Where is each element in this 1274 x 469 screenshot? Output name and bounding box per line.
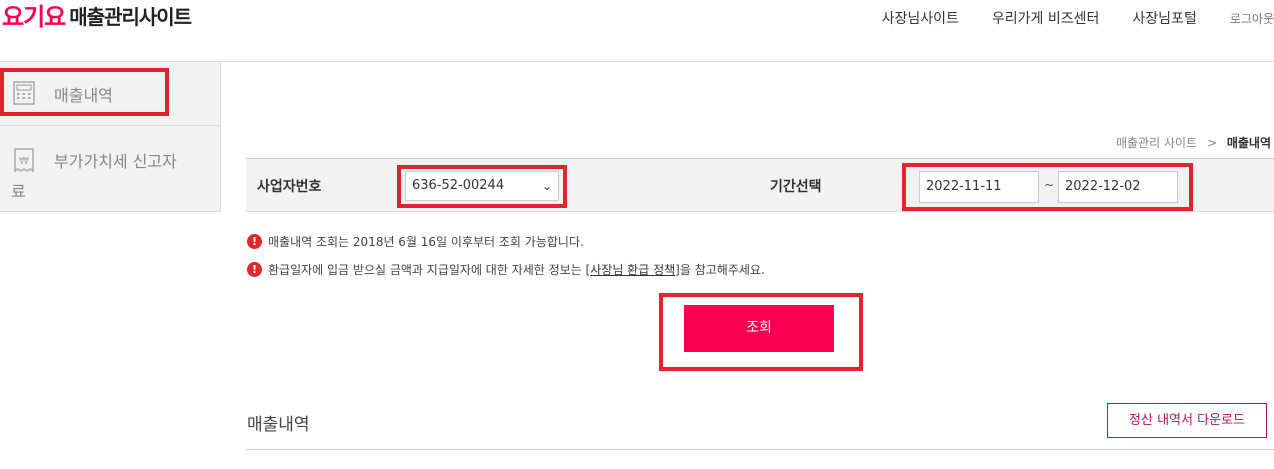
date-range-tilde: ~ — [1044, 178, 1055, 192]
chevron-down-icon: ⌄ — [541, 179, 552, 193]
sidebar-item-label-cont: 료 — [11, 182, 26, 201]
sidebar-item-label: 매출내역 — [54, 86, 113, 105]
notice-refund: ! 환급일자에 입금 받으실 금액과 지급일자에 대한 자세한 정보는 [사장님… — [247, 261, 765, 278]
refund-policy-link[interactable]: 사장님 환급 정책 — [590, 261, 675, 278]
logo-brand: 요기요 — [2, 3, 66, 31]
sidebar-item-label: 부가가치세 신고자 — [54, 152, 177, 171]
start-date-input[interactable]: 2022-11-11 — [919, 171, 1039, 203]
nav-owner-site[interactable]: 사장님사이트 — [882, 8, 959, 28]
top-nav: 사장님사이트 우리가게 비즈센터 사장님포털 로그아웃 — [849, 8, 1274, 28]
calculator-icon — [13, 81, 35, 105]
site-logo[interactable]: 요기요 매출관리사이트 — [2, 2, 192, 32]
exclamation-icon: ! — [247, 234, 262, 249]
nav-owner-portal[interactable]: 사장님포털 — [1132, 8, 1196, 28]
notice-text-pre: 환급일자에 입금 받으실 금액과 지급일자에 대한 자세한 정보는 [ — [268, 263, 591, 277]
breadcrumb-separator: > — [1206, 136, 1217, 150]
exclamation-icon: ! — [247, 262, 262, 277]
breadcrumb-current: 매출내역 — [1226, 136, 1271, 150]
notice-period: ! 매출내역 조회는 2018년 6월 16일 이후부터 조회 가능합니다. — [247, 233, 584, 250]
end-date-value: 2022-12-02 — [1065, 179, 1141, 194]
search-button[interactable]: 조회 — [684, 305, 834, 352]
logo-subtitle: 매출관리사이트 — [69, 5, 192, 29]
download-statement-button[interactable]: 정산 내역서 다운로드 — [1107, 403, 1267, 438]
sidebar: 매출내역 ₩ 부가가치세 신고자 료 — [0, 62, 221, 212]
start-date-value: 2022-11-11 — [926, 179, 1002, 194]
nav-biz-center[interactable]: 우리가게 비즈센터 — [992, 8, 1100, 28]
sidebar-item-vat[interactable]: ₩ 부가가치세 신고자 료 — [0, 126, 220, 212]
period-label: 기간선택 — [770, 179, 822, 195]
biz-number-value: 636-52-00244 — [412, 178, 505, 193]
breadcrumb: 매출관리 사이트 > 매출내역 — [1116, 134, 1271, 151]
search-form: 사업자번호 636-52-00244 ⌄ 기간선택 2022-11-11 ~ 2… — [246, 158, 1274, 212]
sales-section-title: 매출내역 — [247, 415, 310, 435]
end-date-input[interactable]: 2022-12-02 — [1058, 171, 1178, 203]
sidebar-item-sales[interactable]: 매출내역 — [0, 62, 220, 126]
notice-text: 매출내역 조회는 2018년 6월 16일 이후부터 조회 가능합니다. — [268, 235, 584, 249]
biz-number-label: 사업자번호 — [257, 179, 322, 195]
section-divider — [246, 449, 1274, 450]
svg-text:₩: ₩ — [19, 156, 29, 167]
notice-text-post: ]을 참고해주세요. — [675, 263, 765, 277]
logout-link[interactable]: 로그아웃 — [1230, 10, 1274, 27]
header: 요기요 매출관리사이트 사장님사이트 우리가게 비즈센터 사장님포털 로그아웃 — [0, 0, 1274, 62]
biz-number-select[interactable]: 636-52-00244 ⌄ — [405, 171, 559, 201]
won-receipt-icon: ₩ — [14, 148, 34, 172]
breadcrumb-parent[interactable]: 매출관리 사이트 — [1116, 136, 1197, 150]
